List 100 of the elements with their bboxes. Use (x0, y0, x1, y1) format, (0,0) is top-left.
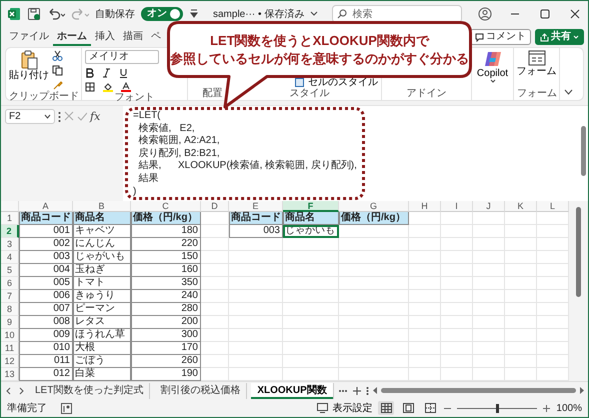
comments-button[interactable]: コメント (470, 29, 531, 45)
font-color-icon[interactable] (121, 82, 131, 92)
column-header[interactable]: I (441, 201, 473, 212)
column-header[interactable]: F (283, 201, 339, 212)
caret-icon[interactable] (44, 114, 51, 120)
bold-icon[interactable] (85, 68, 94, 78)
row-header[interactable]: 2 (1, 225, 19, 238)
chevron-down-icon[interactable] (564, 89, 573, 96)
empty-cell (505, 212, 537, 225)
chevron-left-icon[interactable] (5, 386, 13, 396)
row-header[interactable]: 4 (1, 251, 19, 264)
more-vertical-icon[interactable] (58, 109, 61, 124)
display-settings-button[interactable]: 表示設定 (317, 400, 372, 416)
table-cell: 006 (19, 290, 73, 303)
empty-cell (283, 238, 339, 251)
table-cell: 180 (131, 225, 201, 238)
chevron-right-icon[interactable] (17, 386, 25, 396)
row-header[interactable]: 5 (1, 264, 19, 277)
scroll-left-icon[interactable] (372, 387, 378, 394)
zoom-level[interactable]: 100% (556, 400, 582, 416)
person-icon[interactable] (478, 7, 492, 21)
close-icon[interactable] (568, 7, 582, 21)
empty-cell (201, 277, 229, 290)
accessibility-icon[interactable] (61, 402, 72, 414)
table-cell: 007 (19, 303, 73, 316)
empty-cell (473, 238, 505, 251)
maximize-icon[interactable] (538, 7, 552, 21)
underline-icon[interactable] (119, 68, 128, 78)
copy-icon[interactable] (52, 65, 63, 76)
empty-cell (229, 303, 283, 316)
fill-color-icon[interactable] (103, 82, 113, 92)
add-icon[interactable] (352, 386, 362, 396)
row-header[interactable]: 11 (1, 342, 19, 355)
autosave-toggle[interactable]: オン (141, 7, 183, 21)
ribbon-tab[interactable]: ホーム (53, 28, 91, 46)
row-header[interactable]: 9 (1, 316, 19, 329)
empty-cell (283, 290, 339, 303)
row-header[interactable]: 13 (1, 368, 19, 381)
column-header[interactable]: J (473, 201, 505, 212)
undo-icon[interactable] (47, 7, 65, 21)
empty-cell (339, 316, 409, 329)
empty-cell (283, 264, 339, 277)
share-button[interactable]: 共有 (535, 29, 584, 45)
ribbon-tab[interactable]: ファイル (5, 28, 53, 46)
scrollbar-thumb[interactable] (581, 126, 586, 176)
column-header[interactable]: C (131, 201, 201, 212)
empty-cell (339, 238, 409, 251)
empty-cell (339, 355, 409, 368)
more-vertical-icon[interactable] (366, 386, 369, 396)
form-button[interactable]: フォーム (517, 50, 556, 77)
row-header[interactable]: 10 (1, 329, 19, 342)
empty-cell (537, 238, 569, 251)
callout-text: 参照しているセルが何を意味するのかがすぐ分かる (170, 50, 469, 68)
row-header[interactable]: 3 (1, 238, 19, 251)
italic-icon[interactable] (102, 68, 111, 78)
name-box[interactable]: F2 (5, 109, 55, 124)
caret-icon[interactable] (310, 10, 318, 18)
column-header[interactable]: G (339, 201, 409, 212)
copilot-button[interactable]: Copilot (475, 50, 510, 84)
normal-view-button[interactable] (378, 401, 394, 415)
formula-line: 戻り配列, B2:B21, (138, 148, 221, 160)
column-header[interactable]: L (537, 201, 569, 212)
column-header[interactable]: D (201, 201, 229, 212)
empty-cell (283, 251, 339, 264)
ribbon-tab[interactable]: ペ (147, 28, 165, 46)
ribbon-tab[interactable]: 挿入 (91, 28, 119, 46)
borders-icon[interactable] (85, 82, 95, 92)
row-header[interactable]: 12 (1, 355, 19, 368)
column-header[interactable]: E (229, 201, 283, 212)
save-icon[interactable] (27, 7, 41, 21)
zoom-in-icon[interactable] (543, 404, 550, 412)
paste-button[interactable]: 貼り付け (9, 50, 49, 81)
scrollbar-thumb[interactable] (576, 207, 581, 297)
scrollbar-thumb[interactable] (380, 388, 576, 393)
row-header[interactable]: 1 (1, 212, 19, 225)
column-header[interactable]: B (73, 201, 131, 212)
file-name[interactable]: sample··· • 保存済み (213, 6, 304, 22)
row-header[interactable]: 6 (1, 277, 19, 290)
scroll-right-icon[interactable] (579, 387, 584, 394)
column-header[interactable]: H (409, 201, 441, 212)
slider-thumb[interactable] (496, 404, 500, 412)
spreadsheet-logo-icon[interactable] (7, 7, 21, 21)
paintbrush-icon[interactable] (52, 80, 63, 91)
scissors-icon[interactable] (52, 50, 63, 61)
insert-function-button[interactable]: fx (90, 109, 100, 124)
column-header[interactable]: K (505, 201, 537, 212)
column-header[interactable]: A (19, 201, 73, 212)
ribbon-tab[interactable]: 描画 (119, 28, 147, 46)
page-layout-button[interactable] (400, 401, 416, 415)
cell-styles-button[interactable]: セルのスタイル (295, 77, 378, 88)
customize-caret-icon[interactable] (189, 8, 199, 20)
empty-cell (537, 212, 569, 225)
empty-cell (409, 264, 441, 277)
clipboard-icon (20, 50, 38, 70)
page-break-button[interactable] (422, 401, 438, 415)
row-header[interactable]: 7 (1, 290, 19, 303)
empty-cell (201, 329, 229, 342)
font-name-field[interactable]: メイリオ (85, 50, 159, 64)
row-header[interactable]: 8 (1, 303, 19, 316)
sheet-tab[interactable]: XLOOKUP関数 (251, 382, 334, 398)
